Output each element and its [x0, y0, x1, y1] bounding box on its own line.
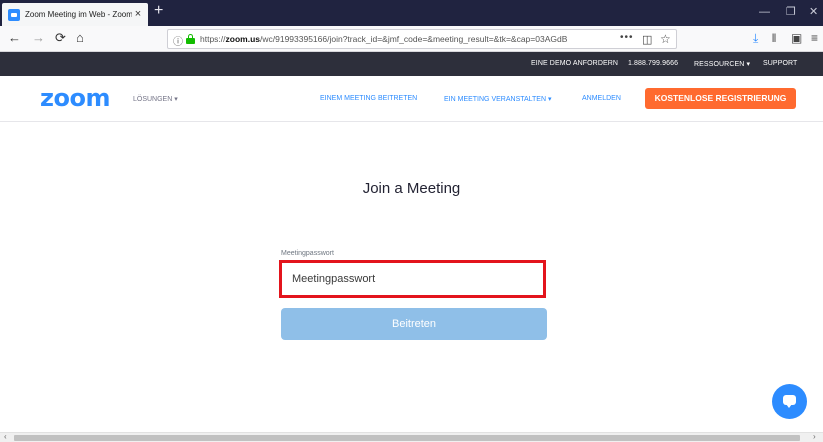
scroll-right-icon[interactable]: ›: [813, 432, 816, 442]
support-link[interactable]: SUPPORT: [763, 60, 797, 67]
join-button[interactable]: Beitreten: [281, 308, 547, 340]
site-info-icon[interactable]: ⓘ: [173, 33, 183, 48]
chat-bubble-icon[interactable]: [772, 384, 807, 419]
meeting-password-input[interactable]: [279, 260, 546, 298]
browser-window: Zoom Meeting im Web - Zoom × + — ❐ ✕ ← →…: [0, 0, 823, 442]
horizontal-scrollbar[interactable]: ‹ ›: [0, 432, 823, 442]
window-close-icon[interactable]: ✕: [809, 5, 818, 19]
zoom-logo[interactable]: zoom: [40, 84, 110, 112]
menu-icon[interactable]: ≡: [811, 31, 818, 45]
zoom-favicon-icon: [8, 8, 20, 21]
sidebar-icon[interactable]: ▣: [791, 31, 802, 45]
sign-in-link[interactable]: ANMELDEN: [582, 95, 621, 102]
zoom-header: zoom LÖSUNGEN ▾ EINEM MEETING BEITRETEN …: [0, 76, 823, 122]
back-icon[interactable]: ←: [8, 31, 21, 45]
sign-up-free-button[interactable]: KOSTENLOSE REGISTRIERUNG: [645, 88, 796, 109]
pocket-icon[interactable]: ◫: [642, 33, 652, 46]
tab-title: Zoom Meeting im Web - Zoom: [25, 10, 132, 19]
lock-icon: [186, 34, 195, 44]
browser-tab[interactable]: Zoom Meeting im Web - Zoom ×: [2, 3, 148, 26]
home-icon[interactable]: ⌂: [76, 31, 84, 45]
download-icon[interactable]: ⤓: [753, 31, 758, 45]
restore-icon[interactable]: ❐: [786, 5, 796, 19]
zoom-topbar: EINE DEMO ANFORDERN 1.888.799.9666 RESSO…: [0, 52, 823, 76]
scroll-left-icon[interactable]: ‹: [4, 432, 7, 442]
tab-strip: Zoom Meeting im Web - Zoom × + — ❐ ✕: [0, 0, 823, 26]
navigation-toolbar: ← → ⟳ ⌂ ⓘ https://zoom.us/wc/91993395166…: [0, 26, 823, 52]
password-label: Meetingpasswort: [281, 250, 334, 257]
scrollbar-thumb[interactable]: [14, 435, 800, 441]
library-icon[interactable]: 𝍪: [772, 31, 776, 45]
solutions-menu[interactable]: LÖSUNGEN ▾: [133, 95, 178, 103]
resources-menu[interactable]: RESSOURCEN ▾: [694, 60, 750, 68]
page-title: Join a Meeting: [362, 180, 461, 197]
join-meeting-link[interactable]: EINEM MEETING BEITRETEN: [320, 95, 417, 102]
page-actions-icon[interactable]: •••: [620, 32, 634, 43]
url-bar[interactable]: ⓘ https://zoom.us/wc/91993395166/join?tr…: [167, 29, 677, 49]
host-meeting-menu[interactable]: EIN MEETING VERANSTALTEN ▾: [444, 95, 552, 103]
url-text[interactable]: https://zoom.us/wc/91993395166/join?trac…: [200, 34, 620, 44]
phone-link[interactable]: 1.888.799.9666: [628, 60, 678, 67]
forward-icon[interactable]: →: [32, 31, 45, 45]
bookmark-star-icon[interactable]: ☆: [660, 32, 671, 46]
minimize-icon[interactable]: —: [759, 5, 770, 19]
request-demo-link[interactable]: EINE DEMO ANFORDERN: [531, 60, 618, 67]
reload-icon[interactable]: ⟳: [55, 31, 66, 45]
new-tab-button[interactable]: +: [154, 3, 163, 19]
tab-close-icon[interactable]: ×: [132, 9, 144, 20]
